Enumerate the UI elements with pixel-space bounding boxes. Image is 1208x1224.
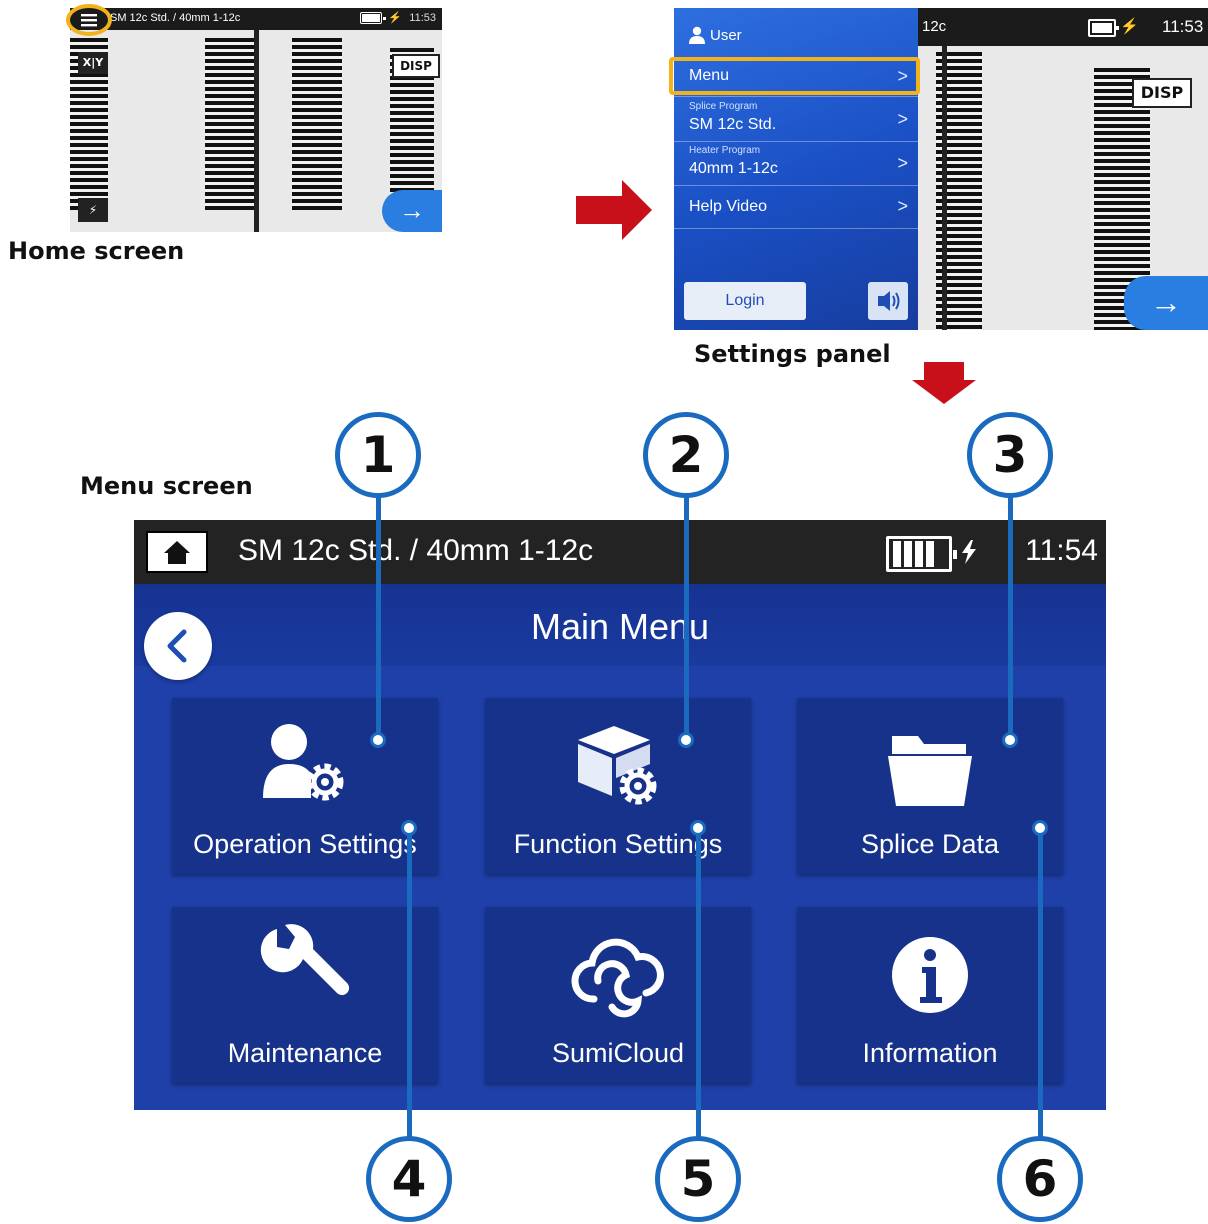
operator-gear-icon: [263, 724, 344, 801]
red-down-arrow-icon: [912, 362, 976, 404]
xy-button[interactable]: X|Y: [78, 52, 108, 74]
menu-topbar: SM 12c Std. / 40mm 1-12c 11:54: [134, 520, 1106, 584]
arc-button[interactable]: ⚡: [78, 198, 108, 222]
center-line: [254, 30, 259, 232]
settings-topbar-title: 12c: [922, 18, 947, 35]
splice-data-tile[interactable]: Splice Data: [797, 698, 1063, 874]
callout-4: 4: [366, 1136, 452, 1222]
back-button[interactable]: [144, 612, 212, 680]
home-button[interactable]: [146, 531, 208, 573]
settings-row-heater-program[interactable]: Heater Program 40mm 1-12c >: [674, 142, 918, 186]
chevron-right-icon: >: [897, 196, 908, 216]
chevron-right-icon: >: [897, 153, 908, 173]
home-icon: [164, 541, 190, 564]
tile-label: Operation Settings: [193, 829, 417, 859]
tile-label: Maintenance: [227, 1038, 383, 1068]
maintenance-tile[interactable]: Maintenance: [172, 907, 438, 1083]
charging-icon: ⚡: [1120, 18, 1139, 35]
disp-button[interactable]: DISP: [1132, 78, 1192, 108]
home-topbar: SM 12c Std. / 40mm 1-12c ⚡ 11:53: [70, 8, 442, 30]
information-tile[interactable]: Information: [797, 907, 1063, 1083]
speaker-button[interactable]: [868, 282, 908, 320]
home-screen-thumbnail: SM 12c Std. / 40mm 1-12c ⚡ 11:53 X|Y DIS…: [70, 8, 442, 232]
fiber-right: [292, 38, 342, 210]
menu-screen-caption: Menu screen: [80, 472, 253, 500]
chevron-right-icon: >: [897, 109, 908, 129]
operation-settings-tile[interactable]: Operation Settings: [172, 698, 438, 874]
info-icon: [892, 937, 968, 1013]
sumicloud-tile[interactable]: SumiCloud: [485, 907, 751, 1083]
login-button[interactable]: Login: [684, 282, 806, 320]
home-time: 11:53: [409, 12, 436, 24]
battery-icon: [1088, 19, 1119, 37]
next-arrow-button[interactable]: →: [382, 190, 442, 232]
home-screen-caption: Home screen: [8, 237, 185, 265]
tile-label: Information: [862, 1038, 998, 1068]
red-right-arrow-icon: [576, 180, 652, 240]
callout-line: [684, 488, 689, 742]
settings-row-label: Help Video: [689, 198, 767, 215]
tile-label: SumiCloud: [551, 1038, 685, 1068]
box-gear-icon: [578, 726, 657, 805]
settings-row-sublabel: Splice Program: [689, 101, 758, 112]
tile-label: Splice Data: [860, 829, 1000, 859]
menu-topbar-title: SM 12c Std. / 40mm 1-12c: [238, 534, 594, 567]
settings-panel-caption: Settings panel: [694, 340, 891, 368]
speaker-icon: [878, 291, 900, 311]
callout-dot: [1032, 820, 1048, 836]
callout-line: [1038, 830, 1043, 1150]
menu-highlight-box: [669, 57, 920, 95]
settings-row-label: 40mm 1-12c: [689, 160, 778, 177]
callout-line: [1008, 488, 1013, 742]
callout-line: [376, 488, 381, 742]
settings-row-help-video[interactable]: Help Video >: [674, 186, 918, 229]
settings-time: 11:53: [1162, 17, 1204, 36]
main-menu-screen: SM 12c Std. / 40mm 1-12c 11:54 Main Menu…: [134, 520, 1106, 1110]
callout-dot: [1002, 732, 1018, 748]
callout-5: 5: [655, 1136, 741, 1222]
callout-dot: [678, 732, 694, 748]
page-title: Main Menu: [530, 606, 710, 647]
settings-row-sublabel: Heater Program: [689, 145, 761, 156]
callout-2: 2: [643, 412, 729, 498]
tile-label: Function Settings: [513, 829, 723, 859]
battery-icon: [886, 536, 957, 572]
callout-dot: [690, 820, 706, 836]
next-arrow-button[interactable]: →: [1124, 276, 1208, 330]
settings-row-splice-program[interactable]: Splice Program SM 12c Std. >: [674, 97, 918, 142]
user-icon: [688, 26, 706, 44]
highlight-ring: [66, 4, 112, 36]
menu-header: Main Menu: [134, 584, 1106, 666]
charging-icon: [962, 540, 976, 564]
callout-3: 3: [967, 412, 1053, 498]
chevron-left-icon: [167, 629, 187, 663]
menu-time: 11:54: [1025, 534, 1098, 567]
disp-button[interactable]: DISP: [392, 54, 440, 78]
settings-row-label: SM 12c Std.: [689, 116, 777, 133]
cloud-icon: [571, 938, 664, 1018]
callout-dot: [370, 732, 386, 748]
center-line: [942, 46, 947, 330]
home-topbar-title: SM 12c Std. / 40mm 1-12c: [110, 12, 241, 24]
battery-icon: [360, 12, 386, 24]
fiber-left: [205, 38, 255, 210]
user-label: User: [710, 27, 742, 44]
charging-icon: ⚡: [388, 12, 402, 24]
callout-line: [407, 830, 412, 1150]
wrench-icon: [260, 924, 350, 996]
callout-1: 1: [335, 412, 421, 498]
callout-line: [696, 830, 701, 1150]
callout-6: 6: [997, 1136, 1083, 1222]
function-settings-tile[interactable]: Function Settings: [485, 698, 751, 874]
callout-dot: [401, 820, 417, 836]
folder-icon: [888, 736, 972, 806]
